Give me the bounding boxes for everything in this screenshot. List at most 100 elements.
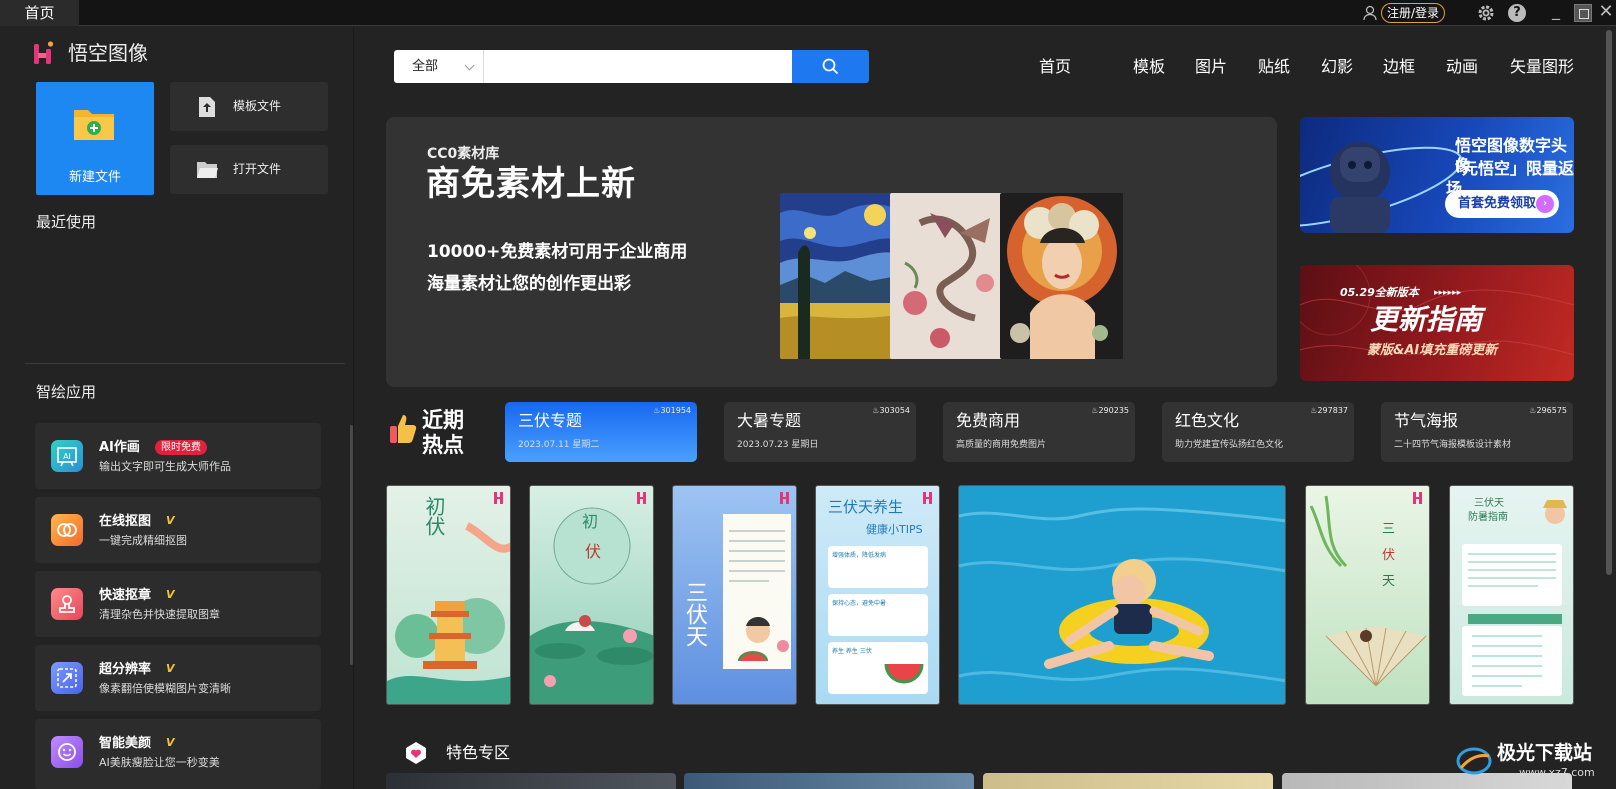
- app-stamp-extract[interactable]: 快速抠章 清理杂色并快速提取图章 V: [35, 571, 321, 637]
- tab-home[interactable]: 首页: [0, 0, 79, 26]
- app-title: AI作画: [99, 440, 140, 455]
- app-title: 超分辨率: [99, 662, 152, 677]
- search-category-select[interactable]: 全部: [394, 50, 484, 83]
- new-file-label: 新建文件: [68, 170, 121, 185]
- hot-card-sanfu[interactable]: 三伏专题 2023.07.11 星期二 ♨301954: [505, 402, 697, 462]
- app-title: 智能美颜: [99, 736, 152, 751]
- search-input[interactable]: [485, 50, 785, 83]
- logo-icon: [34, 41, 54, 64]
- user-icon[interactable]: [1362, 5, 1378, 21]
- login-button[interactable]: 注册/登录: [1381, 3, 1445, 23]
- promo-update-guide[interactable]: 05.29全新版本 ▸▸▸▸▸▸ 更新指南 蒙版&AI填充重磅更新: [1300, 265, 1574, 381]
- template-text: 保持心态，避免中暑: [832, 600, 887, 607]
- featured-card[interactable]: [386, 773, 676, 789]
- logo-mark-icon: [923, 492, 932, 504]
- art-deco-woman-art: [1000, 193, 1123, 359]
- template-info-box: 保持心态，避免中暑: [828, 594, 928, 636]
- maximize-button[interactable]: [1574, 4, 1592, 22]
- logo-mark-icon: [637, 492, 646, 504]
- hot-card-title: 免费商用: [956, 411, 1021, 430]
- hot-card-count: ♨301954: [653, 406, 691, 416]
- template-text: 三伏天: [682, 581, 707, 647]
- template-text: 健康小TIPS: [866, 523, 923, 536]
- thumbs-up-icon: [390, 415, 417, 443]
- nav-images[interactable]: 图片: [1195, 56, 1227, 78]
- apps-section-title: 智绘应用: [36, 383, 97, 401]
- app-ai-painting[interactable]: AI AI作画 输出文字即可生成大师作品: [35, 423, 321, 489]
- main-banner[interactable]: CC0素材库 商免素材上新 10000+免费素材可用于企业商用 海量素材让您的创…: [386, 117, 1277, 387]
- hot-card-free-commercial[interactable]: 免费商用 高质量的商用免费图片 ♨290235: [943, 402, 1135, 462]
- template-card-pool-photo[interactable]: [958, 485, 1286, 705]
- template-card[interactable]: 三 伏 天: [1305, 485, 1430, 705]
- template-card[interactable]: 三伏天: [672, 485, 797, 705]
- vip-icon: V: [166, 514, 175, 527]
- featured-card[interactable]: [983, 773, 1273, 789]
- template-card[interactable]: 三伏天养生 健康小TIPS 增强体质，降低发病 保持心态，避免中暑 养生 养生 …: [815, 485, 940, 705]
- nav-animation[interactable]: 动画: [1446, 56, 1478, 78]
- gear-icon[interactable]: [1477, 4, 1495, 22]
- template-file-label: 模板文件: [233, 99, 282, 113]
- hot-card-title: 节气海报: [1394, 411, 1459, 430]
- featured-card[interactable]: [684, 773, 974, 789]
- app-cutout[interactable]: 在线抠图 一键完成精细抠图 V: [35, 497, 321, 563]
- template-text: 初: [582, 512, 599, 531]
- summer-guide-art: [1462, 500, 1567, 696]
- new-file-button[interactable]: 新建文件: [36, 82, 154, 195]
- starry-night-art: [780, 193, 903, 359]
- template-file-button[interactable]: 模板文件: [170, 82, 328, 131]
- dragon-art: [890, 193, 1013, 359]
- template-card[interactable]: 初伏: [386, 485, 511, 705]
- promo-digital-avatar[interactable]: 悟空图像数字头像 「元悟空」限量返场 首套免费领取 ›: [1300, 117, 1574, 233]
- hot-card-red-culture[interactable]: 红色文化 助力党建宣传弘扬红色文化 ♨297837: [1162, 402, 1354, 462]
- hot-section-title: 近期 热点: [422, 408, 464, 458]
- logo-mark-icon: [494, 492, 503, 504]
- hot-card-solar-term[interactable]: 节气海报 二十四节气海报模板设计素材 ♨296575: [1381, 402, 1573, 462]
- hot-card-dashu[interactable]: 大暑专题 2023.07.23 星期日 ♨303054: [724, 402, 916, 462]
- promo1-claim-button[interactable]: 首套免费领取 ›: [1445, 190, 1559, 218]
- template-card[interactable]: 三伏天 防暑指南: [1449, 485, 1574, 705]
- nav-vector[interactable]: 矢量图形: [1510, 56, 1574, 78]
- app-desc: 像素翻倍使模糊图片变清晰: [99, 682, 231, 695]
- hot-card-title: 三伏专题: [518, 411, 583, 430]
- hot-card-count: ♨290235: [1091, 406, 1129, 416]
- nav-phantom[interactable]: 幻影: [1321, 56, 1353, 78]
- help-icon[interactable]: ?: [1508, 4, 1526, 22]
- watermark-text: 极光下载站: [1497, 742, 1593, 764]
- template-text: 伏: [585, 542, 602, 561]
- chevron-right-icon: ›: [1536, 195, 1554, 213]
- app-desc: 输出文字即可生成大师作品: [99, 460, 231, 473]
- watermark-logo-icon: [1456, 747, 1492, 775]
- search-category-label: 全部: [412, 59, 439, 74]
- app-desc: 清理杂色并快速提取图章: [99, 608, 220, 621]
- promo1-button-label: 首套免费领取: [1458, 196, 1537, 211]
- hot-card-subtitle: 2023.07.23 星期日: [737, 440, 819, 450]
- promo2-version-date: 05.29全新版本: [1340, 286, 1419, 299]
- nav-borders[interactable]: 边框: [1383, 56, 1415, 78]
- sidebar-scrollbar[interactable]: [350, 425, 353, 665]
- close-button[interactable]: ✕: [1598, 2, 1614, 22]
- banner-title: 商免素材上新: [426, 164, 636, 204]
- watermelon-art: [884, 663, 924, 684]
- promo2-arrows: ▸▸▸▸▸▸: [1434, 288, 1462, 298]
- template-card[interactable]: 初 伏: [529, 485, 654, 705]
- search-button[interactable]: [792, 50, 869, 83]
- main-scrollbar[interactable]: [1606, 30, 1612, 575]
- beauty-face-icon: [51, 736, 83, 768]
- open-file-button[interactable]: 打开文件: [170, 145, 328, 194]
- hot-count-value: 303054: [879, 406, 910, 415]
- app-super-resolution[interactable]: 超分辨率 像素翻倍使模糊图片变清晰 V: [35, 645, 321, 711]
- app-beauty[interactable]: 智能美颜 AI美肤瘦脸让您一秒变美 V: [35, 719, 321, 789]
- minimize-button[interactable]: _: [1548, 3, 1564, 22]
- hot-card-count: ♨297837: [1310, 406, 1348, 416]
- nav-templates[interactable]: 模板: [1133, 56, 1165, 78]
- app-title: 快速抠章: [99, 588, 152, 603]
- watermark-url: www.xz7.com: [1519, 766, 1595, 779]
- nav-home[interactable]: 首页: [1039, 56, 1071, 78]
- watermark: 极光下载站 www.xz7.com: [1455, 738, 1615, 786]
- hot-card-subtitle: 高质量的商用免费图片: [956, 440, 1047, 450]
- template-text: 三: [1382, 522, 1396, 537]
- hot-card-count: ♨303054: [872, 406, 910, 416]
- ai-painting-icon: AI: [51, 440, 83, 472]
- hot-card-title: 大暑专题: [737, 411, 802, 430]
- nav-stickers[interactable]: 贴纸: [1258, 56, 1290, 78]
